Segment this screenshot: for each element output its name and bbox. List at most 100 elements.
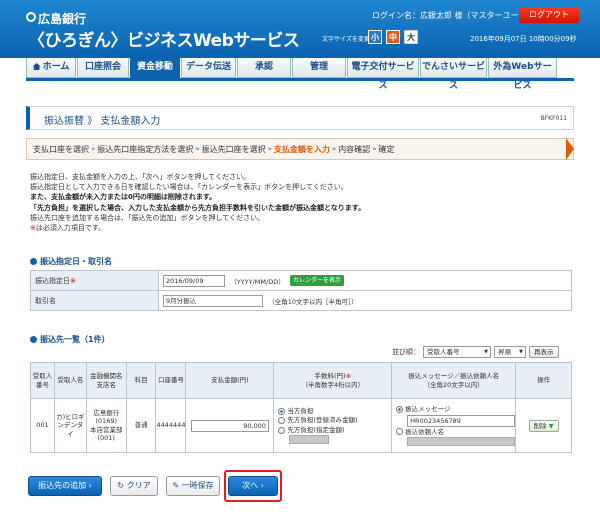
instructions: 振込指定日、支払金額を入力の上、「次へ」ボタンを押してください。 振込指定日とし… bbox=[30, 172, 570, 233]
sort-key-select[interactable]: 受取人番号 bbox=[423, 346, 491, 358]
radio-checked-icon[interactable] bbox=[278, 407, 286, 415]
step-select-payment-account: 支払口座を選択 bbox=[33, 144, 89, 154]
step-select-method: 振込先口座指定方法を選択 bbox=[97, 144, 194, 154]
fee-option-own[interactable]: 当方負担 bbox=[278, 406, 391, 416]
save-draft-button[interactable]: ✎ 一時保存 bbox=[166, 476, 220, 496]
page-id: BFKF011 bbox=[540, 115, 567, 122]
col-message: 振込メッセージ／振込依頼人名 （全角20文字以内） bbox=[391, 362, 517, 399]
date-label: 振込指定日※ bbox=[30, 270, 159, 291]
step-separator: » bbox=[267, 145, 272, 153]
radio-icon[interactable] bbox=[278, 417, 286, 424]
add-recipient-button[interactable]: 振込先の追加 › bbox=[28, 476, 102, 496]
chevron-right-icon: › bbox=[88, 481, 92, 490]
logout-button[interactable]: ログアウト bbox=[519, 7, 579, 23]
radio-icon[interactable] bbox=[396, 428, 404, 436]
col-subject: 科目 bbox=[125, 362, 157, 399]
service-name: 〈ひろぎん〉ビジネスWebサービス bbox=[28, 31, 300, 51]
msg-option-requester[interactable]: 振込依頼人名 bbox=[396, 427, 515, 437]
fee-option-registered[interactable]: 先方負担(登録済み金額) bbox=[278, 416, 391, 426]
step-enter-amount: 支払金額を入力 bbox=[273, 144, 330, 154]
step-separator: » bbox=[331, 145, 337, 153]
tab-data-transmission[interactable]: データ伝送 bbox=[181, 58, 236, 78]
cell-account-no: 4444444 bbox=[155, 398, 187, 453]
clear-button[interactable]: ↻ クリア bbox=[110, 476, 158, 496]
login-user-name: ログイン名：広銀太郎 様（マスターユーザ） bbox=[372, 11, 535, 20]
date-format-hint: （YYYY/MM/DD） bbox=[230, 277, 285, 286]
fee-amount-input[interactable] bbox=[289, 435, 330, 445]
bullet-icon bbox=[30, 336, 37, 343]
col-recipient-name: 受取人名 bbox=[53, 362, 87, 399]
font-size-medium-button[interactable]: 中 bbox=[386, 30, 400, 44]
step-select-recipient: 振込先口座を選択 bbox=[201, 144, 266, 154]
msg-option-message[interactable]: 振込メッセージ bbox=[396, 405, 515, 415]
pencil-icon: ✎ bbox=[172, 481, 180, 490]
tab-account-inquiry[interactable]: 口座照会 bbox=[77, 58, 129, 78]
cell-subject: 普通 bbox=[125, 398, 157, 453]
header: 広島銀行 〈ひろぎん〉ビジネスWebサービス ログイン名：広銀太郎 様（マスター… bbox=[0, 0, 600, 58]
chevron-right-icon: › bbox=[260, 481, 264, 490]
instruction-line: 振込指定日として入力できる日を確認したい場合は、「カレンダーを表示」ボタンを押し… bbox=[30, 183, 348, 192]
table-header-row: 受取人番号 受取人名 金融機関名支店名 科目 口座番号 支払金額(円) 手数料(… bbox=[30, 362, 572, 399]
radio-icon[interactable] bbox=[278, 426, 286, 434]
delete-button[interactable]: 削除 ▼ bbox=[528, 419, 559, 432]
clear-icon: ↻ bbox=[117, 481, 125, 490]
col-account-no: 口座番号 bbox=[155, 362, 187, 399]
font-size-small-button[interactable]: 小 bbox=[368, 30, 382, 44]
progress-steps: 支払口座を選択 » 振込先口座指定方法を選択 » 振込先口座を選択 » 支払金額… bbox=[26, 138, 574, 160]
tab-approval[interactable]: 承認 bbox=[237, 58, 291, 78]
next-button[interactable]: 次へ › bbox=[228, 476, 278, 496]
caret-down-icon: ▼ bbox=[548, 421, 554, 430]
tab-fund-transfer[interactable]: 資金移動 bbox=[130, 58, 180, 78]
cell-bank-branch: 広島銀行 (0169) 本店営業部(001) bbox=[85, 398, 127, 453]
tab-densai[interactable]: でんさいサービス bbox=[420, 58, 487, 91]
sort-order-select[interactable]: 昇順 bbox=[494, 346, 526, 358]
bank-logo-icon bbox=[26, 12, 36, 22]
section-recipient-title: 振込先一覧（1件） bbox=[30, 334, 110, 345]
tab-home[interactable]: ホーム bbox=[26, 58, 76, 78]
instruction-line: 「先方負担」を選択した場合、入力した支払金額から先方負担手数料を引いた金額が振込… bbox=[30, 203, 366, 212]
date-name-form: 振込指定日※ 2016/09/09 （YYYY/MM/DD） カレンダーを表示 … bbox=[30, 270, 572, 311]
col-amount: 支払金額(円) bbox=[185, 362, 275, 399]
step-separator: » bbox=[91, 145, 96, 153]
col-fee: 手数料(円)※ （半角数字4桁以内） bbox=[273, 362, 393, 399]
tab-forex-web[interactable]: 外為Webサービス bbox=[488, 58, 557, 91]
instruction-line: ※は必須入力項目です。 bbox=[30, 224, 106, 233]
sort-label: 並び順： bbox=[392, 348, 420, 356]
calendar-button[interactable]: カレンダーを表示 bbox=[289, 275, 344, 286]
col-bank-branch: 金融機関名支店名 bbox=[85, 362, 127, 399]
steps-arrow-icon bbox=[566, 138, 574, 160]
tab-management[interactable]: 管理 bbox=[292, 58, 346, 78]
nav-underline bbox=[26, 78, 574, 81]
main-nav: ホーム 口座照会 資金移動 データ伝送 承認 管理 電子交付サービス でんさいサ… bbox=[26, 58, 558, 91]
cell-recipient-no: 001 bbox=[30, 398, 55, 453]
step-separator: » bbox=[195, 145, 200, 153]
redisplay-button[interactable]: 再表示 bbox=[529, 346, 559, 358]
font-size-large-button[interactable]: 大 bbox=[404, 30, 418, 44]
instruction-line: 振込先口座を追加する場合は、「振込先の追加」ボタンを押してください。 bbox=[30, 213, 265, 222]
page-title-bar: 振込振替 》 支払金額入力 BFKF011 bbox=[26, 106, 574, 130]
cell-recipient-name: カ)ヒロギンデンタイ bbox=[53, 398, 87, 453]
page-title: 振込振替 》 支払金額入力 bbox=[44, 116, 161, 127]
date-input[interactable]: 2016/09/09 bbox=[163, 274, 225, 287]
transaction-name-input[interactable]: 9月分振込 bbox=[163, 294, 263, 307]
requester-name-input[interactable] bbox=[407, 437, 516, 446]
table-row: 001 カ)ヒロギンデンタイ 広島銀行 (0169) 本店営業部(001) 普通 4… bbox=[30, 398, 572, 453]
name-label: 取引名 bbox=[30, 290, 159, 311]
step-confirm: 内容確認 bbox=[338, 144, 371, 154]
fee-option-specified[interactable]: 先方負担(指定金額) bbox=[278, 425, 391, 435]
bullet-icon bbox=[30, 258, 37, 265]
radio-checked-icon[interactable] bbox=[396, 405, 404, 413]
instruction-line: また、支払金額が未入力または0円の明細は削除されます。 bbox=[30, 193, 217, 202]
col-action: 操作 bbox=[515, 362, 572, 399]
sort-controls: 並び順： 受取人番号 昇順 再表示 bbox=[392, 346, 559, 358]
instruction-line: 振込指定日、支払金額を入力の上、「次へ」ボタンを押してください。 bbox=[30, 173, 251, 181]
message-input[interactable]: HR0023456789 bbox=[407, 414, 516, 427]
amount-input[interactable]: 90,000 bbox=[190, 419, 269, 432]
name-format-hint: （全角10文字以内［半角可］） bbox=[268, 297, 358, 306]
section-date-title: 振込指定日・取引名 bbox=[30, 256, 112, 267]
step-separator: » bbox=[372, 145, 377, 153]
step-complete: 確定 bbox=[378, 144, 395, 154]
current-datetime: 2016年09月07日 10時00分09秒 bbox=[470, 35, 577, 43]
tab-e-delivery[interactable]: 電子交付サービス bbox=[347, 58, 419, 91]
recipient-table: 受取人番号 受取人名 金融機関名支店名 科目 口座番号 支払金額(円) 手数料(… bbox=[30, 362, 572, 453]
